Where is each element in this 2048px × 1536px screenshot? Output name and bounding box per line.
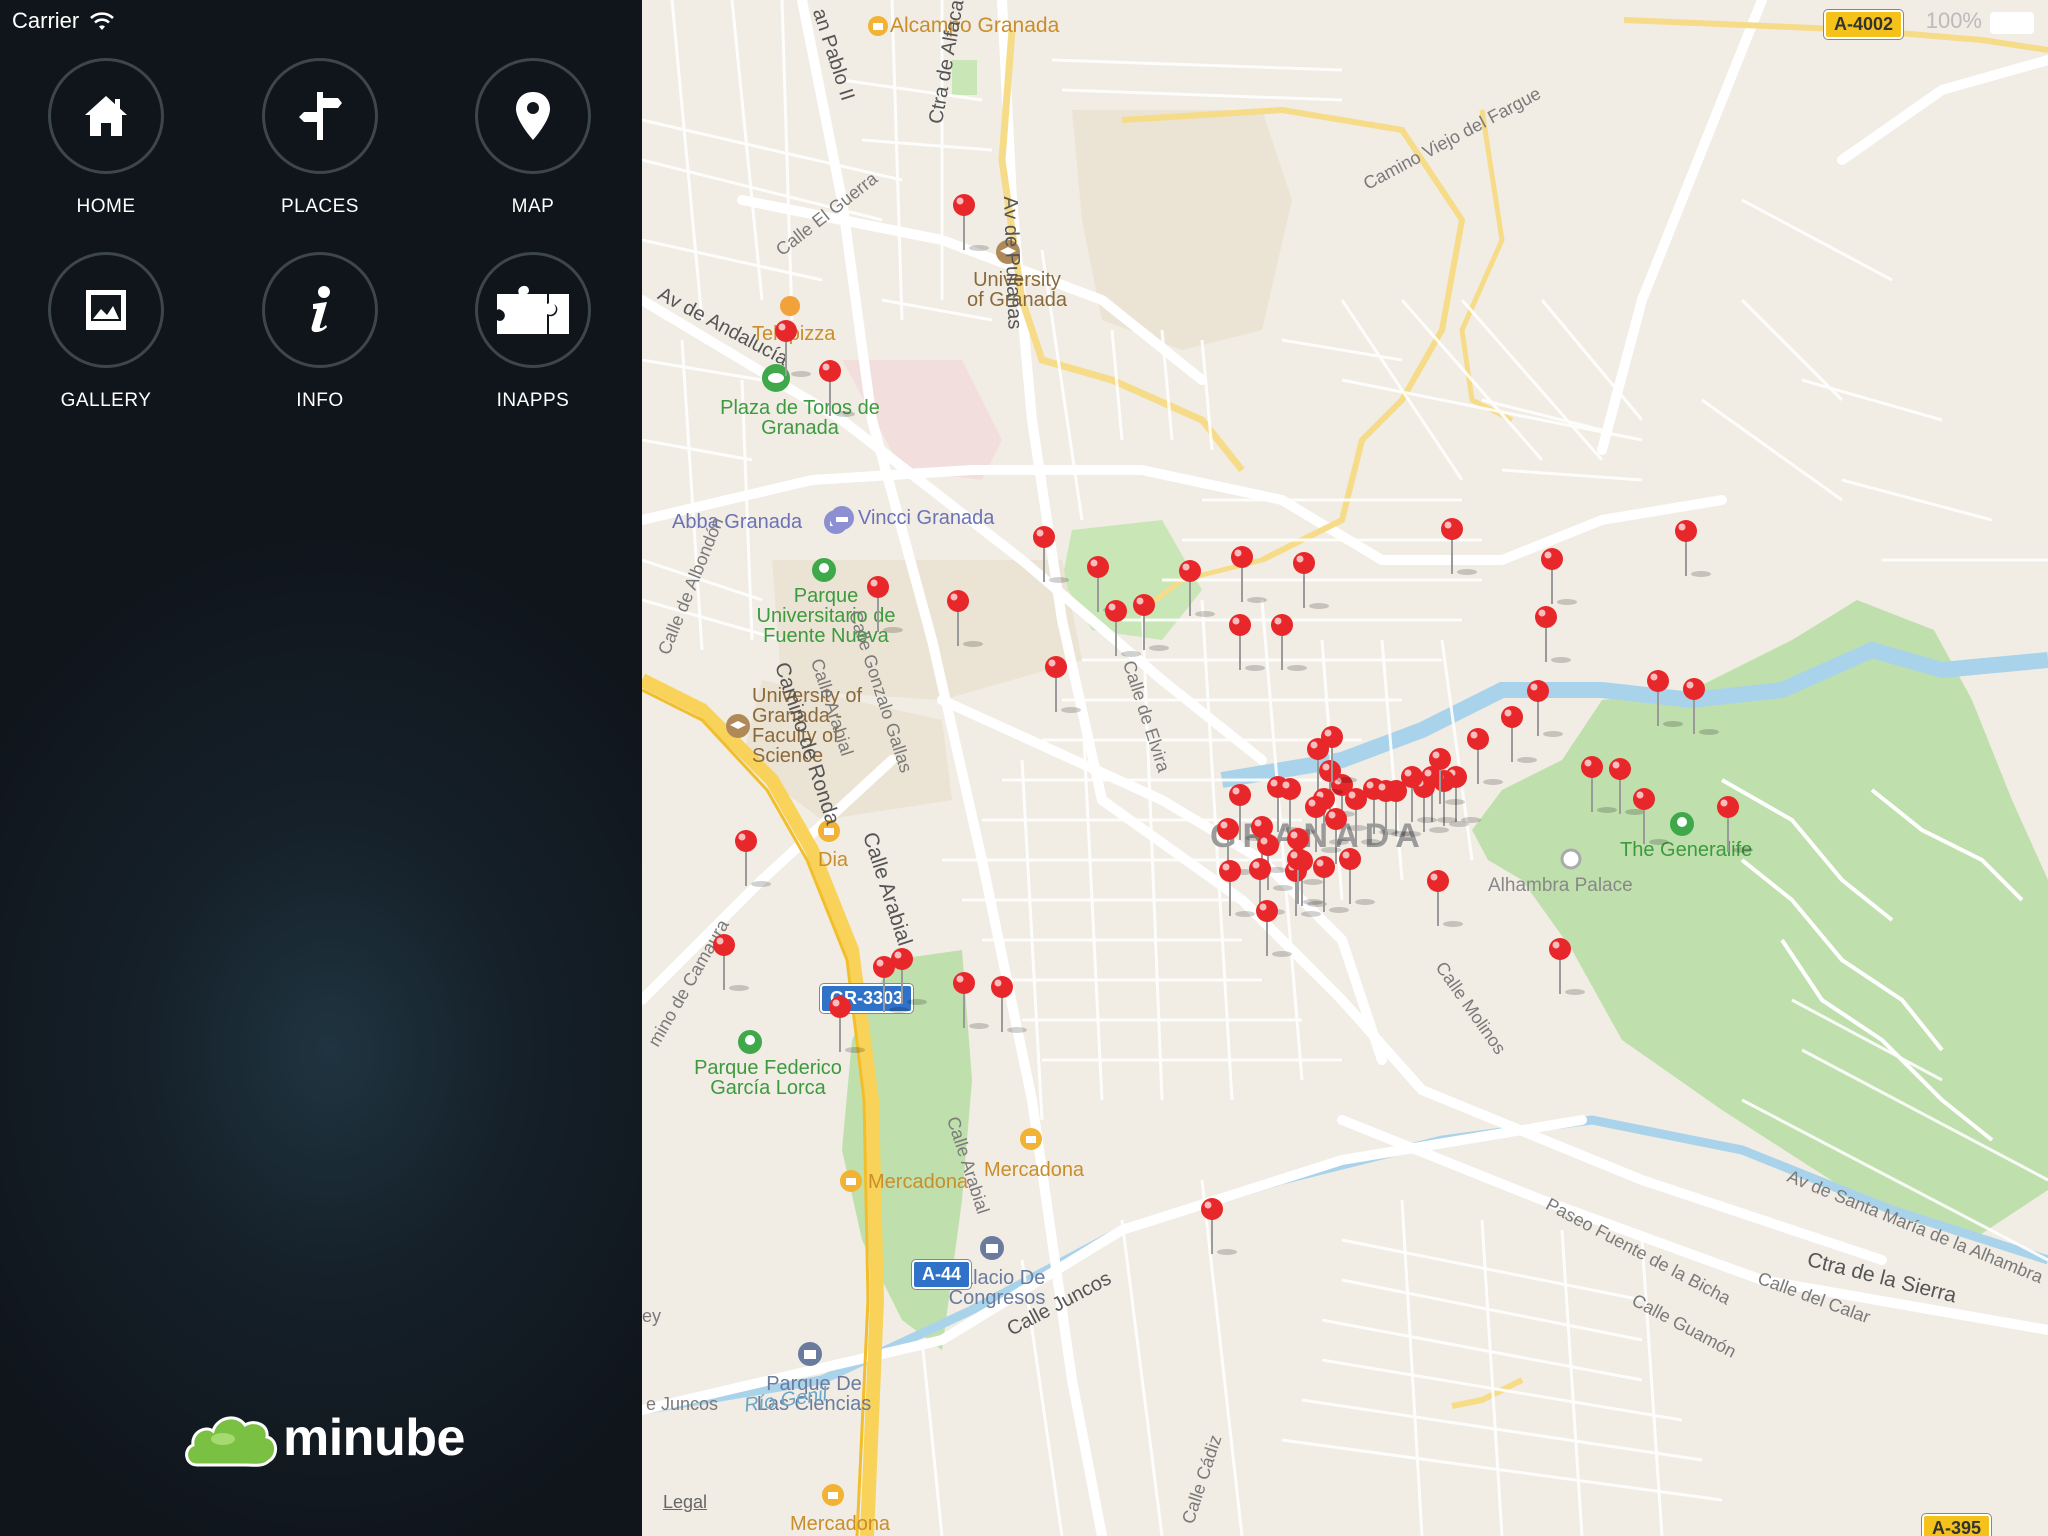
map-pin-marker[interactable] [817,359,857,429]
shopping-icon [868,16,888,36]
map-pin-marker[interactable] [1285,847,1325,917]
label-e-juncos: e Juncos [646,1394,719,1414]
menu-info-button[interactable]: INFO [230,252,410,412]
menu-info-label: INFO [296,390,344,411]
info-icon [311,286,330,333]
park-icon [812,558,836,582]
road-shield-a395: A-395 [1922,1514,1992,1536]
park-icon [738,1030,762,1054]
map-pin-marker[interactable] [1465,727,1505,797]
map-pin-marker[interactable] [1031,525,1071,595]
label-mercadona-1[interactable]: Mercadona [868,1172,968,1192]
map-pin-marker[interactable] [945,589,985,659]
map-pin-marker[interactable] [1681,677,1721,747]
carrier-label: Carrier [12,8,80,33]
menu-circle [475,252,591,368]
menu-circle [48,58,164,174]
map-pin-marker[interactable] [733,829,773,899]
gallery-icon [86,290,126,330]
map-pin-marker[interactable] [1291,551,1331,621]
map-pin-marker[interactable] [1499,705,1539,775]
map-pin-marker[interactable] [1547,937,1587,1007]
map-pin-icon [516,92,550,140]
menu-inapps-button[interactable]: INAPPS [443,252,623,412]
label-alhambra[interactable]: Alhambra Palace [1488,876,1633,896]
park-icon [1670,812,1694,836]
wifi-icon [90,12,115,30]
home-icon [85,96,127,136]
menu-home-label: HOME [76,196,136,217]
menu-circle [48,252,164,368]
menu-places-label: PLACES [281,196,359,217]
road-shield-a44: A-44 [912,1260,972,1289]
landmark-icon [1560,848,1582,870]
shopping-icon [840,1170,862,1192]
menu-home-button[interactable]: HOME [16,58,196,218]
map-pin-marker[interactable] [1319,725,1359,795]
map-pin-marker[interactable] [773,319,813,389]
menu-inapps-label: INAPPS [496,390,570,411]
menu-circle [262,252,378,368]
signpost-icon [299,92,342,140]
museum-icon [798,1342,822,1366]
map-pin-marker[interactable] [865,575,905,645]
civic-building-icon [980,1236,1004,1260]
shopping-icon [822,1484,844,1506]
menu-map-label: MAP [511,196,555,217]
map-pin-marker[interactable] [1533,605,1573,675]
label-vincci-granada[interactable]: Vincci Granada [858,508,994,528]
label-mercadona-2[interactable]: Mercadona [984,1160,1084,1180]
map-pin-marker[interactable] [1631,787,1671,857]
battery-label: 100% [1925,8,1982,33]
map-pin-marker[interactable] [951,193,991,263]
menu-places-button[interactable]: PLACES [230,58,410,218]
menu-circle [262,58,378,174]
map-pin-marker[interactable] [1217,859,1257,929]
label-ey: ey [642,1306,662,1326]
map-pin-marker[interactable] [1673,519,1713,589]
map-pin-marker[interactable] [1229,545,1269,615]
label-alcampo[interactable]: Alcampo Granada [890,15,1059,36]
map-pin-marker[interactable] [1645,669,1685,739]
map-pin-marker[interactable] [1103,599,1143,669]
university-icon [726,714,750,738]
map-pin-marker[interactable] [1579,755,1619,825]
menu-gallery-button[interactable]: GALLERY [16,252,196,412]
map-pin-marker[interactable] [871,955,911,1025]
map-pin-marker[interactable] [711,933,751,1003]
battery-icon [1990,12,2034,34]
brand-name: minube [283,1409,465,1467]
map-pin-marker[interactable] [989,975,1029,1045]
map-pin-marker[interactable] [1227,613,1267,683]
menu-gallery-label: GALLERY [60,390,152,411]
map-pin-marker[interactable] [1177,559,1217,629]
map-pin-marker[interactable] [951,971,991,1041]
sidebar: Carrier HOME PLACES MAP GALLERY INFO INA… [0,0,642,1536]
map-pin-marker[interactable] [1269,613,1309,683]
map-pin-marker[interactable] [827,995,867,1065]
road-shield-a4002: A-4002 [1824,10,1904,39]
label-mercadona-3[interactable]: Mercadona [790,1514,890,1534]
label-av-pulianas: Av de Pulianas [999,195,1026,330]
label-abba-granada[interactable]: Abba Granada [672,512,802,532]
minube-logo: minube [183,1405,465,1471]
cloud-logo-icon [185,1416,277,1467]
hotel-icon [830,506,854,530]
map-pin-marker[interactable] [1043,655,1083,725]
menu-circle [475,58,591,174]
puzzle-icon [497,285,569,334]
shopping-icon [1020,1128,1042,1150]
status-bar: Carrier [12,6,115,36]
map-pin-marker[interactable] [1199,1197,1239,1267]
label-dia[interactable]: Dia [818,850,848,870]
map-pin-marker[interactable] [1715,795,1755,865]
menu-map-button[interactable]: MAP [443,58,623,218]
map-pin-marker[interactable] [1425,869,1465,939]
legal-link[interactable]: Legal [663,1492,707,1513]
pizza-icon [780,296,800,316]
map-view[interactable]: Alcampo Granada Telepizza Plaza de Toros… [642,0,2048,1536]
map-pin-marker[interactable] [1439,517,1479,587]
